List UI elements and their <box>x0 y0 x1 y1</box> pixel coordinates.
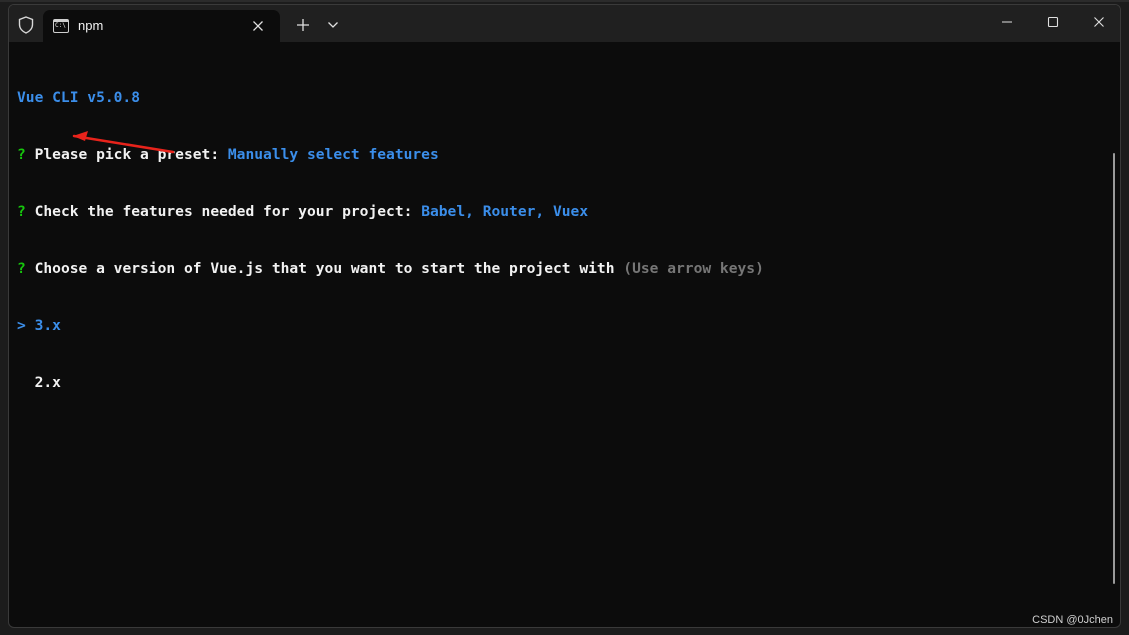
terminal-window: C:\ npm Vue CLI v5.0.8 ? Please pick a p… <box>8 4 1121 628</box>
prompt-mark: ? <box>17 260 26 277</box>
prompt-line-version: ? Choose a version of Vue.js that you wa… <box>17 259 764 278</box>
plus-icon[interactable] <box>292 14 314 36</box>
selection-pointer: > <box>17 317 26 334</box>
prompt-answer: Babel, Router, Vuex <box>421 203 589 220</box>
option-label: 3.x <box>34 317 61 334</box>
prompt-mark: ? <box>17 146 26 163</box>
prompt-hint: (Use arrow keys) <box>623 260 764 277</box>
desktop-backdrop <box>0 0 1129 2</box>
cli-banner: Vue CLI v5.0.8 <box>17 89 141 106</box>
tab-title: npm <box>78 18 104 33</box>
close-window-icon[interactable] <box>1076 5 1120 39</box>
annotation-arrow <box>72 131 175 154</box>
shield-icon[interactable] <box>15 14 37 36</box>
tab-npm[interactable]: C:\ npm <box>43 10 280 42</box>
option-2x[interactable]: 2.x <box>17 373 764 392</box>
prompt-line-features: ? Check the features needed for your pro… <box>17 202 764 221</box>
option-3x[interactable]: > 3.x <box>17 316 764 335</box>
option-label: 2.x <box>34 374 61 391</box>
close-icon[interactable] <box>248 16 268 36</box>
scrollbar[interactable] <box>1113 153 1115 584</box>
minimize-icon[interactable] <box>984 5 1030 39</box>
prompt-mark: ? <box>17 203 26 220</box>
terminal-output[interactable]: Vue CLI v5.0.8 ? Please pick a preset: M… <box>17 50 764 430</box>
chevron-down-icon[interactable] <box>322 14 344 36</box>
maximize-icon[interactable] <box>1030 5 1076 39</box>
prompt-question: Choose a version of Vue.js that you want… <box>34 260 624 277</box>
title-bar: C:\ npm <box>9 5 1120 42</box>
prompt-answer: Manually select features <box>227 146 439 163</box>
prompt-question: Check the features needed for your proje… <box>34 203 422 220</box>
banner-line: Vue CLI v5.0.8 <box>17 88 764 107</box>
terminal-icon: C:\ <box>53 19 69 33</box>
watermark: CSDN @0Jchen <box>1032 614 1113 626</box>
